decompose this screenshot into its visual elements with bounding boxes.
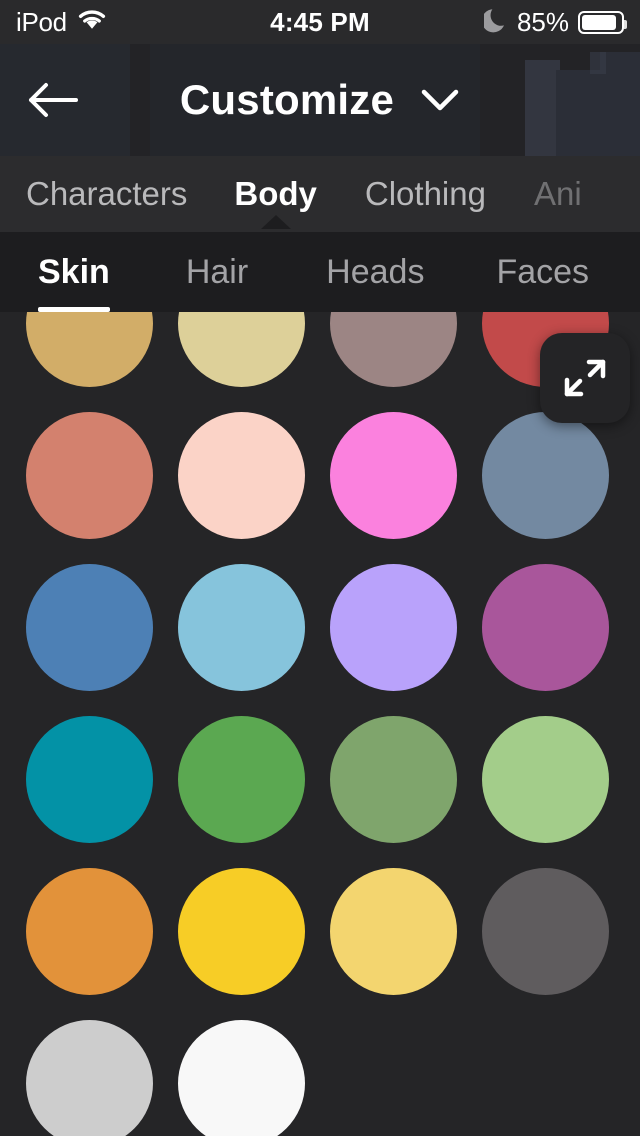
back-button[interactable]: [18, 65, 88, 135]
color-swatch[interactable]: [330, 716, 457, 843]
skin-color-grid-scroll[interactable]: [0, 312, 640, 1136]
moon-icon: [481, 7, 508, 38]
color-swatch[interactable]: [178, 564, 305, 691]
expand-collapse-button[interactable]: [540, 333, 630, 423]
tab-characters[interactable]: Characters: [26, 175, 187, 213]
back-arrow-icon: [29, 83, 78, 117]
battery-percent-label: 85%: [516, 6, 569, 37]
color-swatch[interactable]: [482, 868, 609, 995]
subtab-label: Hair: [185, 252, 249, 291]
color-swatch[interactable]: [482, 564, 609, 691]
subtab-label: Skin: [38, 252, 110, 291]
tab-label: Ani: [533, 175, 582, 212]
color-swatch[interactable]: [178, 868, 305, 995]
tab-label: Characters: [26, 175, 188, 212]
page-title: Customize: [179, 76, 395, 123]
active-tab-pointer: [260, 215, 291, 229]
active-subtab-underline: [38, 306, 110, 312]
color-swatch[interactable]: [482, 412, 609, 539]
expand-arrows-icon: [564, 359, 606, 397]
color-swatch[interactable]: [330, 412, 457, 539]
tab-body[interactable]: Body: [234, 175, 317, 229]
subtab-faces[interactable]: Faces: [496, 253, 589, 292]
subtab-hair[interactable]: Hair: [186, 253, 248, 292]
color-swatch[interactable]: [26, 1020, 153, 1136]
subtab-heads[interactable]: Heads: [326, 253, 424, 292]
carrier-label: iPod: [16, 6, 67, 37]
color-swatch[interactable]: [26, 868, 153, 995]
subtab-label: Heads: [326, 252, 425, 291]
color-swatch[interactable]: [178, 412, 305, 539]
body-subtab-bar[interactable]: Skin Hair Heads Faces: [0, 232, 640, 312]
color-swatch[interactable]: [330, 564, 457, 691]
subtab-label: Faces: [496, 252, 590, 291]
customize-screen: iPod 4:45 PM 85% Customize Characters Bo…: [0, 0, 640, 1136]
wifi-icon: [77, 8, 107, 36]
color-swatch[interactable]: [330, 312, 457, 387]
header-bar: Customize: [0, 44, 640, 156]
tab-label: Clothing: [364, 175, 486, 212]
tab-label: Body: [234, 175, 317, 212]
color-swatch[interactable]: [330, 868, 457, 995]
tab-clothing[interactable]: Clothing: [365, 175, 486, 213]
color-swatch[interactable]: [482, 716, 609, 843]
color-swatch[interactable]: [26, 716, 153, 843]
color-swatch[interactable]: [178, 716, 305, 843]
color-swatch[interactable]: [178, 1020, 305, 1136]
skin-color-grid: [0, 312, 640, 1136]
tab-animations[interactable]: Ani: [534, 175, 582, 213]
subtab-skin[interactable]: Skin: [38, 252, 110, 312]
color-swatch[interactable]: [26, 412, 153, 539]
color-swatch[interactable]: [178, 312, 305, 387]
status-bar: iPod 4:45 PM 85%: [0, 0, 640, 44]
category-tab-bar[interactable]: Characters Body Clothing Ani: [0, 156, 640, 232]
color-swatch[interactable]: [26, 564, 153, 691]
battery-icon: [578, 10, 627, 34]
chevron-down-icon[interactable]: [420, 80, 460, 120]
color-swatch[interactable]: [26, 312, 153, 387]
